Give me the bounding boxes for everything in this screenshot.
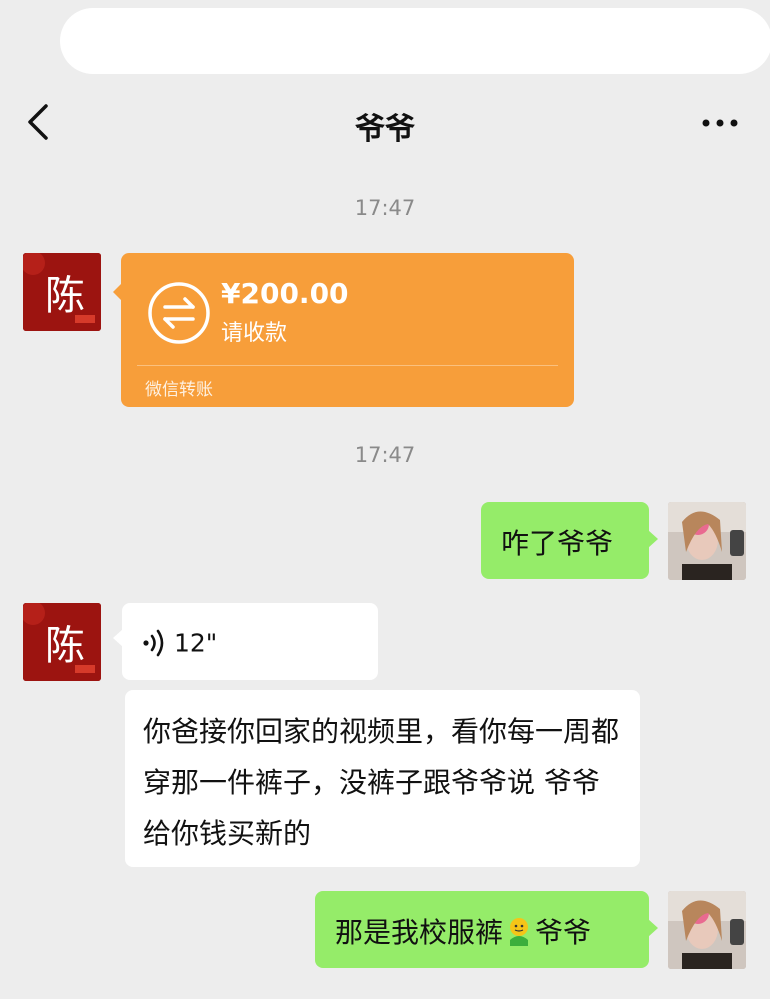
avatar-image — [668, 891, 746, 969]
avatar-image: 陈 — [23, 253, 101, 331]
avatar-char: 陈 — [45, 273, 85, 319]
voice-wave-icon — [143, 629, 164, 657]
message-text: 那是我校服裤 — [335, 916, 504, 949]
sent-message[interactable]: 咋了爷爷 — [481, 502, 658, 579]
divider — [137, 365, 558, 366]
avatar[interactable] — [668, 891, 746, 969]
chat-title: 爷爷 — [355, 112, 415, 147]
avatar[interactable]: 陈 — [23, 253, 101, 331]
transfer-amount: ¥200.00 — [221, 277, 349, 310]
timestamp: 17:47 — [354, 443, 416, 467]
received-message[interactable]: 你爸接你回家的视频里，看你每一周都穿那一件裤子，没裤子跟爷爷说 爷爷给你钱买新的 — [125, 690, 640, 867]
avatar-image: 陈 — [23, 603, 101, 681]
transfer-arrows-icon — [148, 282, 210, 344]
avatar-image — [668, 502, 746, 580]
more-dots-icon[interactable] — [700, 108, 740, 138]
avatar-char: 陈 — [45, 623, 85, 669]
transfer-label: 微信转账 — [145, 380, 213, 400]
transfer-card[interactable]: ¥200.00 请收款 微信转账 — [113, 253, 574, 407]
emoji-icon — [510, 918, 529, 946]
avatar[interactable] — [668, 502, 746, 580]
timestamp: 17:47 — [354, 196, 416, 220]
message-text: 爷爷 — [535, 916, 592, 949]
sent-message[interactable]: 那是我校服裤 爷爷 — [315, 891, 658, 968]
transfer-status: 请收款 — [221, 321, 288, 346]
status-bar-area — [60, 8, 770, 74]
voice-length: 12" — [174, 628, 218, 658]
nav-bar: 爷爷 — [0, 90, 770, 160]
avatar[interactable]: 陈 — [23, 603, 101, 681]
voice-message[interactable]: 12" — [113, 603, 378, 680]
